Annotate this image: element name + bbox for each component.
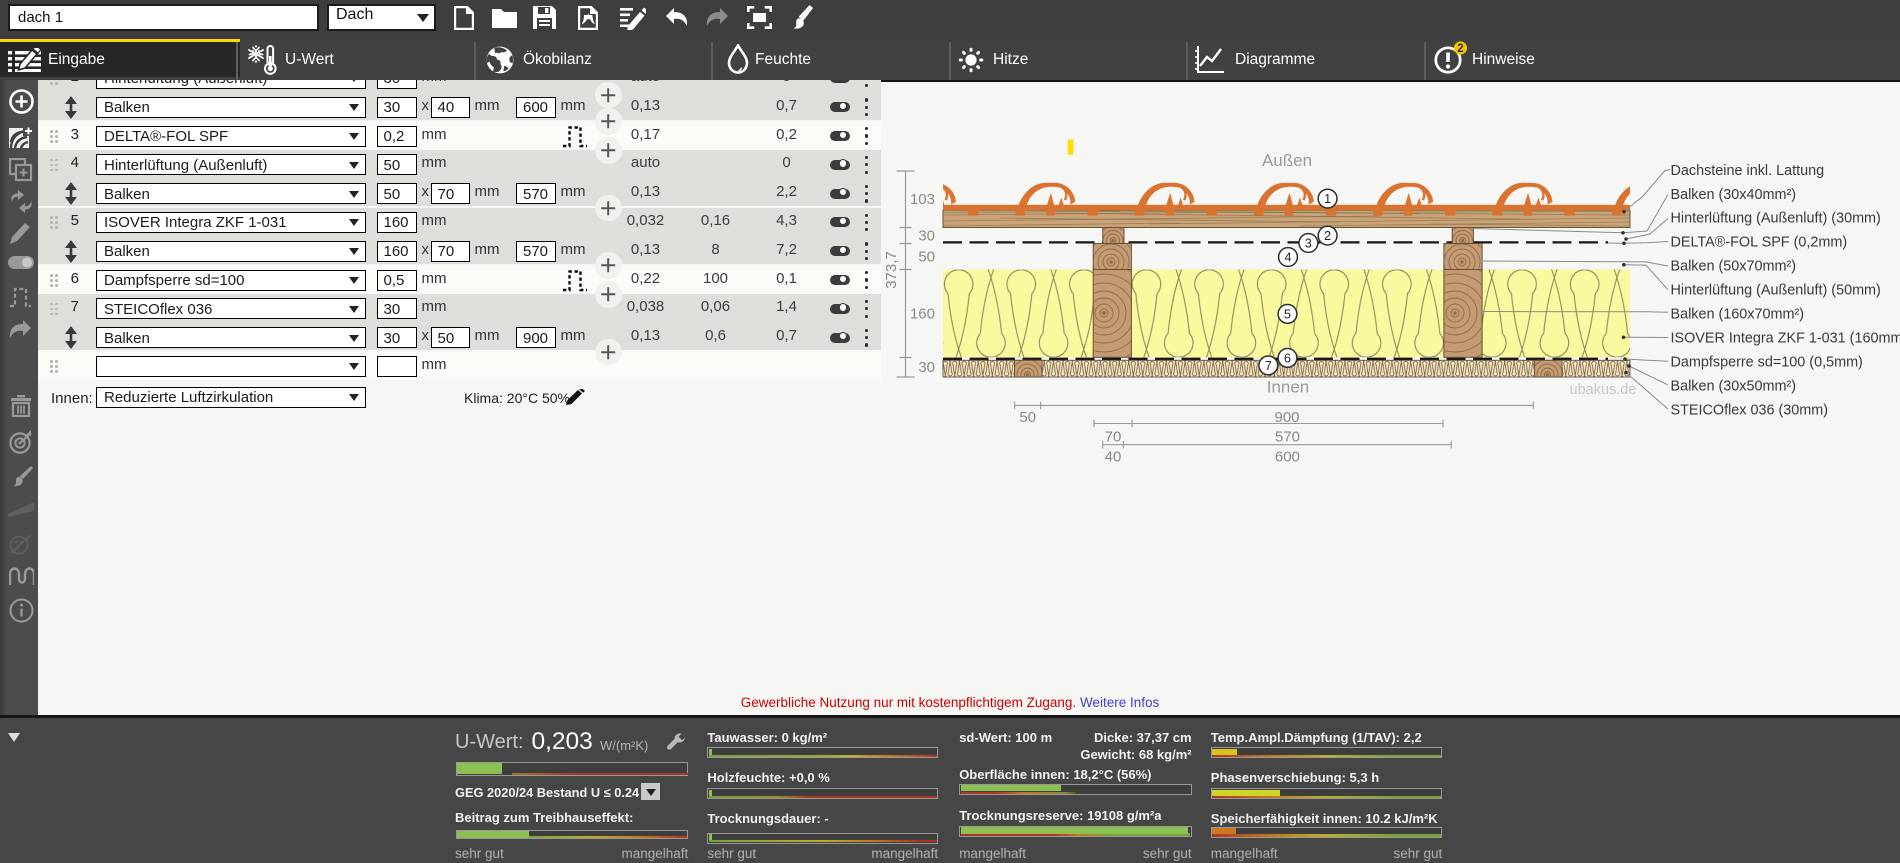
svg-text:600: 600 <box>1275 448 1300 465</box>
svg-text:30: 30 <box>918 359 935 376</box>
svg-text:570: 570 <box>1275 429 1300 446</box>
svg-text:30: 30 <box>918 228 935 245</box>
svg-text:Balken (50x70mm²): Balken (50x70mm²) <box>1671 259 1797 275</box>
svg-text:2: 2 <box>1324 229 1331 243</box>
svg-text:900: 900 <box>1274 409 1299 426</box>
svg-text:Dampfsperre sd=100 (0,5mm): Dampfsperre sd=100 (0,5mm) <box>1671 354 1863 370</box>
svg-text:Balken (30x50mm²): Balken (30x50mm²) <box>1671 378 1797 394</box>
svg-text:Hinterlüftung (Außenluft) (30m: Hinterlüftung (Außenluft) (30mm) <box>1671 211 1881 227</box>
svg-text:2: 2 <box>1457 43 1463 55</box>
svg-text:Innen: Innen <box>1267 378 1310 397</box>
svg-text:373,7: 373,7 <box>883 251 900 289</box>
svg-text:103: 103 <box>910 191 935 208</box>
svg-text:70: 70 <box>1105 429 1122 446</box>
svg-text:50: 50 <box>1019 409 1036 426</box>
svg-text:4: 4 <box>1285 251 1292 265</box>
svg-text:Balken (30x40mm²): Balken (30x40mm²) <box>1671 187 1797 203</box>
svg-text:Hinterlüftung (Außenluft) (50m: Hinterlüftung (Außenluft) (50mm) <box>1671 283 1881 299</box>
svg-text:ubakus.de: ubakus.de <box>1570 382 1637 398</box>
svg-text:5: 5 <box>1284 307 1291 321</box>
svg-text:3: 3 <box>1305 237 1312 251</box>
svg-text:DELTA®-FOL SPF (0,2mm): DELTA®-FOL SPF (0,2mm) <box>1671 235 1848 251</box>
svg-text:1: 1 <box>1324 192 1331 206</box>
svg-text:40: 40 <box>1105 448 1122 465</box>
svg-text:6: 6 <box>1284 351 1291 365</box>
svg-text:STEICOflex 036 (30mm): STEICOflex 036 (30mm) <box>1671 402 1829 418</box>
svg-text:7: 7 <box>1265 359 1272 373</box>
svg-text:Außen: Außen <box>1262 151 1312 170</box>
svg-text:Dachsteine inkl. Lattung: Dachsteine inkl. Lattung <box>1671 163 1825 179</box>
svg-text:ISOVER Integra ZKF 1-031 (160m: ISOVER Integra ZKF 1-031 (160mm) <box>1671 331 1900 347</box>
svg-text:50: 50 <box>918 249 935 266</box>
svg-text:160: 160 <box>910 306 935 323</box>
svg-text:Balken (160x70mm²): Balken (160x70mm²) <box>1671 307 1805 323</box>
